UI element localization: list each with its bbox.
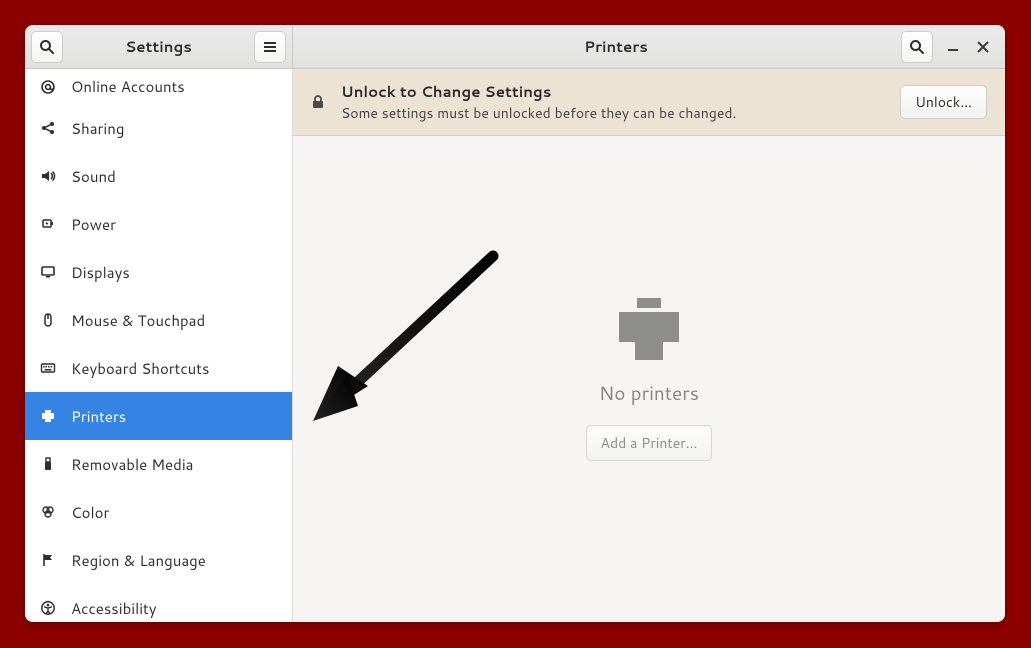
titlebar: Settings Printers (25, 25, 1005, 69)
minimize-icon (947, 41, 959, 53)
sidebar-item-region[interactable]: Region & Language (25, 536, 292, 584)
sidebar-item-mouse[interactable]: Mouse & Touchpad (25, 296, 292, 344)
mouse-icon (39, 311, 57, 329)
sidebar-item-label: Power (71, 214, 116, 235)
printer-icon (39, 407, 57, 425)
main-search-button[interactable] (901, 31, 933, 63)
sidebar-item-label: Removable Media (71, 454, 193, 475)
accessibility-icon (39, 599, 57, 617)
empty-label: No printers (599, 380, 699, 407)
sidebar[interactable]: Online Accounts Sharing Sound Power Displays… (25, 69, 293, 622)
settings-window: Settings Printers Online Accounts Sharing… (25, 25, 1005, 622)
display-icon (39, 263, 57, 281)
titlebar-left: Settings (25, 25, 293, 68)
add-printer-button[interactable]: Add a Printer… (586, 425, 713, 461)
titlebar-right: Printers (293, 25, 1005, 68)
sidebar-item-label: Keyboard Shortcuts (71, 358, 209, 379)
sidebar-item-label: Sound (71, 166, 116, 187)
sidebar-title: Settings (63, 36, 254, 57)
sidebar-item-label: Accessibility (71, 598, 157, 619)
at-icon (39, 78, 57, 96)
sidebar-item-removable[interactable]: Removable Media (25, 440, 292, 488)
sound-icon (39, 167, 57, 185)
sidebar-item-accessibility[interactable]: Accessibility (25, 584, 292, 622)
sidebar-item-online-accounts[interactable]: Online Accounts (25, 69, 292, 104)
usb-icon (39, 455, 57, 473)
sidebar-item-label: Sharing (71, 118, 124, 139)
flag-icon (39, 551, 57, 569)
infobar-title: Unlock to Change Settings (341, 81, 884, 102)
search-icon (39, 39, 55, 55)
sidebar-item-label: Color (71, 502, 109, 523)
sidebar-item-color[interactable]: Color (25, 488, 292, 536)
sidebar-item-sound[interactable]: Sound (25, 152, 292, 200)
search-icon (909, 39, 925, 55)
minimize-button[interactable] (945, 39, 961, 55)
printer-large-icon (613, 298, 685, 362)
body: Online Accounts Sharing Sound Power Displays… (25, 69, 1005, 622)
close-icon (977, 41, 989, 53)
close-button[interactable] (975, 39, 991, 55)
lock-icon (311, 95, 325, 109)
infobar-subtitle: Some settings must be unlocked before th… (341, 103, 884, 123)
menu-button[interactable] (254, 31, 286, 63)
unlock-infobar: Unlock to Change Settings Some settings … (293, 69, 1005, 136)
sidebar-item-printers[interactable]: Printers (25, 392, 292, 440)
power-icon (39, 215, 57, 233)
sidebar-item-label: Printers (71, 406, 126, 427)
search-button[interactable] (31, 31, 63, 63)
hamburger-icon (262, 39, 278, 55)
page-title: Printers (331, 36, 901, 57)
sidebar-item-keyboard[interactable]: Keyboard Shortcuts (25, 344, 292, 392)
sidebar-item-label: Mouse & Touchpad (71, 310, 205, 331)
sidebar-item-label: Region & Language (71, 550, 206, 571)
sidebar-item-label: Displays (71, 262, 130, 283)
window-controls (945, 39, 999, 55)
empty-state: No printers Add a Printer… (293, 136, 1005, 622)
unlock-button[interactable]: Unlock… (900, 85, 987, 119)
sidebar-item-label: Online Accounts (71, 76, 185, 97)
sidebar-item-displays[interactable]: Displays (25, 248, 292, 296)
sidebar-item-power[interactable]: Power (25, 200, 292, 248)
infobar-text: Unlock to Change Settings Some settings … (341, 81, 884, 123)
color-icon (39, 503, 57, 521)
annotation-arrow (293, 246, 513, 436)
main-panel: Unlock to Change Settings Some settings … (293, 69, 1005, 622)
sidebar-item-sharing[interactable]: Sharing (25, 104, 292, 152)
share-icon (39, 119, 57, 137)
keyboard-icon (39, 359, 57, 377)
